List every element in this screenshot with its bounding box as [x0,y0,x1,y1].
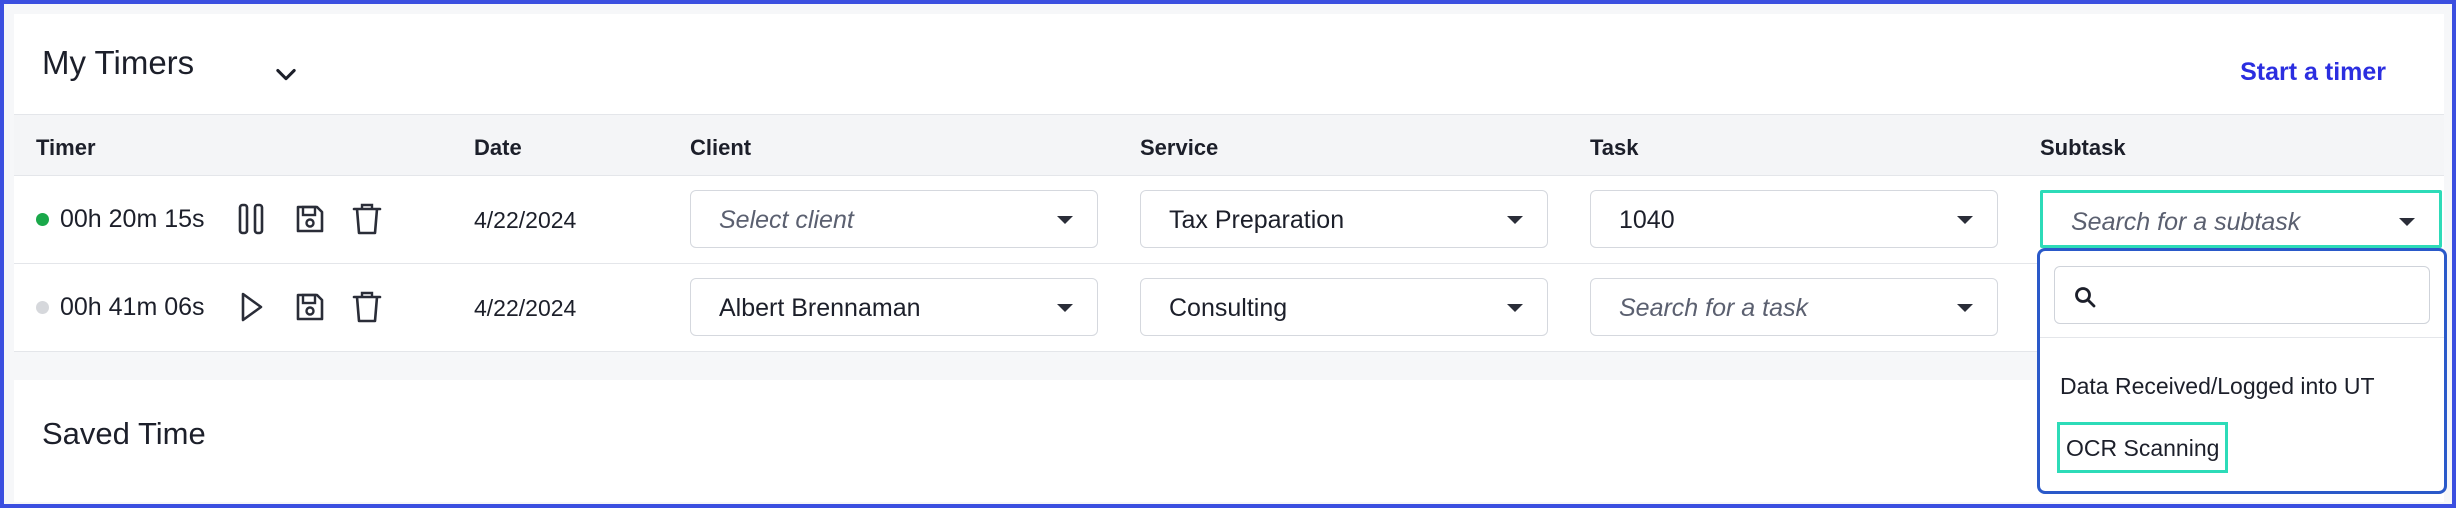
play-icon[interactable] [232,288,270,326]
page-title: My Timers [42,44,195,81]
client-select[interactable]: Select client [690,190,1098,248]
client-select-value: Albert Brennaman [719,294,921,322]
caret-down-icon [1507,304,1523,312]
column-header-date: Date [474,135,522,160]
caret-down-icon [1957,304,1973,312]
app-frame: My Timers Start a timer Timer Date Clien… [0,0,2456,508]
table-header: Timer Date Client Service Task Subtask [14,114,2444,176]
subtask-option[interactable]: Data Received/Logged into UT [2060,373,2375,400]
timer-elapsed: 00h 20m 15s [60,205,205,233]
timer-elapsed: 00h 41m 06s [60,293,205,321]
column-header-subtask: Subtask [2040,135,2126,160]
status-paused-dot [36,301,49,314]
column-header-task: Task [1590,135,1639,160]
column-header-client: Client [690,135,752,160]
timer-date: 4/22/2024 [474,207,577,233]
column-header-service: Service [1140,135,1219,160]
timer-date: 4/22/2024 [474,295,577,321]
trash-icon[interactable] [348,200,386,238]
caret-down-icon [1057,304,1073,312]
search-icon [2075,287,2096,308]
dropdown-divider [2040,337,2444,338]
service-select-value: Consulting [1169,294,1288,322]
subtask-dropdown: Data Received/Logged into UT OCR Scannin… [2037,248,2447,494]
column-header-timer: Timer [36,135,96,160]
caret-down-icon [2399,218,2415,226]
caret-down-icon [1507,216,1523,224]
trash-icon[interactable] [348,288,386,326]
task-select-value: 1040 [1619,206,1675,234]
subtask-search-field[interactable] [2054,266,2430,324]
subtask-search-input[interactable] [2105,277,2415,313]
client-select[interactable]: Albert Brennaman [690,278,1098,336]
task-select-placeholder: Search for a task [1619,294,1808,322]
chevron-down-icon[interactable] [272,60,300,88]
timers-header: My Timers Start a timer [14,14,2444,114]
service-select[interactable]: Consulting [1140,278,1548,336]
save-icon[interactable] [291,200,329,238]
start-timer-link[interactable]: Start a timer [2240,58,2386,87]
service-select[interactable]: Tax Preparation [1140,190,1548,248]
subtask-option-highlighted[interactable]: OCR Scanning [2057,422,2229,473]
caret-down-icon [1057,216,1073,224]
service-select-value: Tax Preparation [1169,206,1345,234]
task-select[interactable]: 1040 [1590,190,1998,248]
save-icon[interactable] [291,288,329,326]
pause-icon[interactable] [232,200,270,238]
caret-down-icon [1957,216,1973,224]
subtask-select-placeholder: Search for a subtask [2071,208,2301,236]
subtask-select[interactable]: Search for a subtask [2040,190,2442,248]
client-select-value: Select client [719,206,854,234]
status-running-dot [36,213,49,226]
saved-time-title: Saved Time [42,416,206,451]
task-select[interactable]: Search for a task [1590,278,1998,336]
